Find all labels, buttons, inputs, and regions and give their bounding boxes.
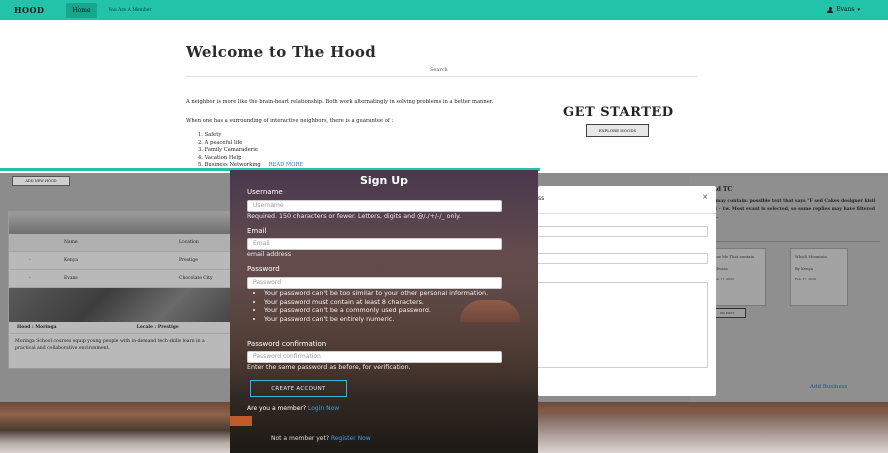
list-item: 4. Vacation Help — [198, 154, 242, 161]
business-email-field[interactable] — [538, 253, 708, 264]
member-text: Are you a member? — [247, 405, 307, 412]
not-member-text: Not a member yet? — [271, 435, 330, 442]
list-item: 3. Family Camaraderie — [198, 147, 258, 153]
signup-title: Sign Up — [359, 174, 409, 187]
navbar: HOOD Home You Are A Member Evans ▾ — [0, 0, 888, 20]
table-cell: Chocolate City — [179, 276, 213, 281]
hood-image — [9, 212, 232, 234]
confirm-password-field[interactable]: Password confirmation — [247, 351, 502, 363]
explore-hoods-button[interactable]: EXPLORE HOODS — [586, 124, 649, 137]
table-header: Name Location — [9, 234, 232, 252]
list-item: 1. Safety — [198, 132, 222, 138]
business-name-field[interactable] — [538, 226, 708, 237]
username-label: Username — [247, 188, 283, 196]
create-account-button[interactable]: CREATE ACCOUNT — [250, 380, 347, 397]
password-rules: Your password can't be too similar to yo… — [258, 289, 508, 323]
members-table: Name Location - Kenya Prestige - Evans C… — [9, 234, 232, 288]
password-field[interactable]: Password — [247, 277, 502, 289]
list-item: Your password can't be entirely numeric. — [264, 315, 508, 324]
caret-down-icon: ▾ — [857, 6, 860, 13]
confirm-password-label: Password confirmation — [247, 340, 327, 348]
table-row: - Kenya Prestige — [9, 252, 232, 270]
list-item: Your password must contain at least 8 ch… — [264, 298, 508, 307]
business-modal: ss × — [538, 186, 716, 396]
landscape-background-right — [538, 412, 888, 453]
page-title: Welcome to The Hood — [186, 43, 376, 61]
search-divider — [186, 76, 698, 77]
register-prompt: Not a member yet? Register Now — [271, 435, 371, 442]
table-header-cell: Name — [64, 240, 78, 245]
table-cell: - — [29, 258, 31, 263]
table-cell: Evans — [64, 276, 78, 281]
search-input[interactable]: Search — [430, 67, 448, 73]
intro-paragraph: A neighbor is more like the brain-heart … — [186, 99, 494, 105]
post-date: Feb. 17, 2020 — [795, 277, 816, 281]
business-modal-header: ss × — [538, 186, 716, 214]
business-description-field[interactable] — [538, 282, 708, 368]
business-modal-title: ss — [538, 195, 545, 202]
hood-meta: Hood : Moringa Locale : Prestige — [9, 322, 232, 334]
panel-text: ge may contain: possible text that says … — [708, 199, 876, 220]
table-cell: - — [29, 276, 31, 281]
post-title: ilow Me That ountain — [713, 254, 755, 259]
register-link[interactable]: Register Now — [331, 435, 371, 442]
list-item: 2. A peaceful life — [198, 139, 243, 146]
user-icon — [827, 6, 834, 13]
list-item: Your password can't be a commonly used p… — [264, 306, 508, 315]
password-label: Password — [247, 265, 280, 273]
post-card[interactable]: ilow Me That ountain y Evans Feb. 17, 20… — [708, 248, 766, 306]
table-cell: Kenya — [64, 258, 79, 263]
panel-divider — [708, 241, 880, 242]
table-row: - Evans Chocolate City — [9, 270, 232, 288]
post-author: y Evans — [713, 266, 728, 271]
username-help: Required. 150 characters or fewer. Lette… — [247, 213, 462, 220]
table-header-cell: Location — [179, 240, 199, 245]
signup-modal: Sign Up Username Username Required. 150 … — [230, 170, 538, 453]
office-image — [9, 288, 232, 322]
table-cell: Prestige — [179, 258, 198, 263]
locale-label: Locale : Prestige — [136, 325, 179, 330]
brand-logo[interactable]: HOOD — [14, 5, 44, 15]
list-item: Your password can't be too similar to yo… — [264, 289, 508, 298]
close-icon[interactable]: × — [702, 193, 708, 201]
hood-label: Hood : Moringa — [17, 325, 57, 330]
user-name: Evans — [836, 6, 855, 13]
email-field[interactable]: Email — [247, 238, 502, 250]
hood-description: Moringa School courses equip young peopl… — [15, 339, 205, 351]
post-date: Feb. 17, 2020 — [713, 277, 734, 281]
post-author: By Kenya — [795, 266, 813, 271]
hood-card: Name Location - Kenya Prestige - Evans C… — [8, 211, 233, 369]
nav-member-link[interactable]: You Are A Member — [109, 8, 152, 13]
login-link[interactable]: Login Now — [308, 405, 339, 412]
intro-guarantee: When one has a surrounding of interactiv… — [186, 118, 394, 124]
add-business-link[interactable]: Add Business — [810, 384, 847, 390]
login-prompt: Are you a member? Login Now — [247, 405, 339, 412]
user-menu[interactable]: Evans ▾ — [827, 6, 860, 13]
get-started-heading: GET STARTED — [563, 105, 674, 120]
username-field[interactable]: Username — [247, 200, 502, 212]
nav-home-link[interactable]: Home — [66, 2, 97, 18]
email-help: email address — [247, 251, 292, 258]
benefits-list: 1. Safety 2. A peaceful life 3. Family C… — [198, 132, 303, 170]
email-label: Email — [247, 227, 267, 235]
add-new-hood-button[interactable]: ADD NEW HOOD — [12, 176, 70, 186]
right-panel: und TC ge may contain: possible text tha… — [690, 176, 888, 416]
post-card[interactable]: Which Mountain By Kenya Feb. 17, 2020 — [790, 248, 848, 306]
house-decoration — [230, 416, 252, 426]
confirm-password-help: Enter the same password as before, for v… — [247, 364, 411, 371]
post-title: Which Mountain — [795, 254, 827, 259]
